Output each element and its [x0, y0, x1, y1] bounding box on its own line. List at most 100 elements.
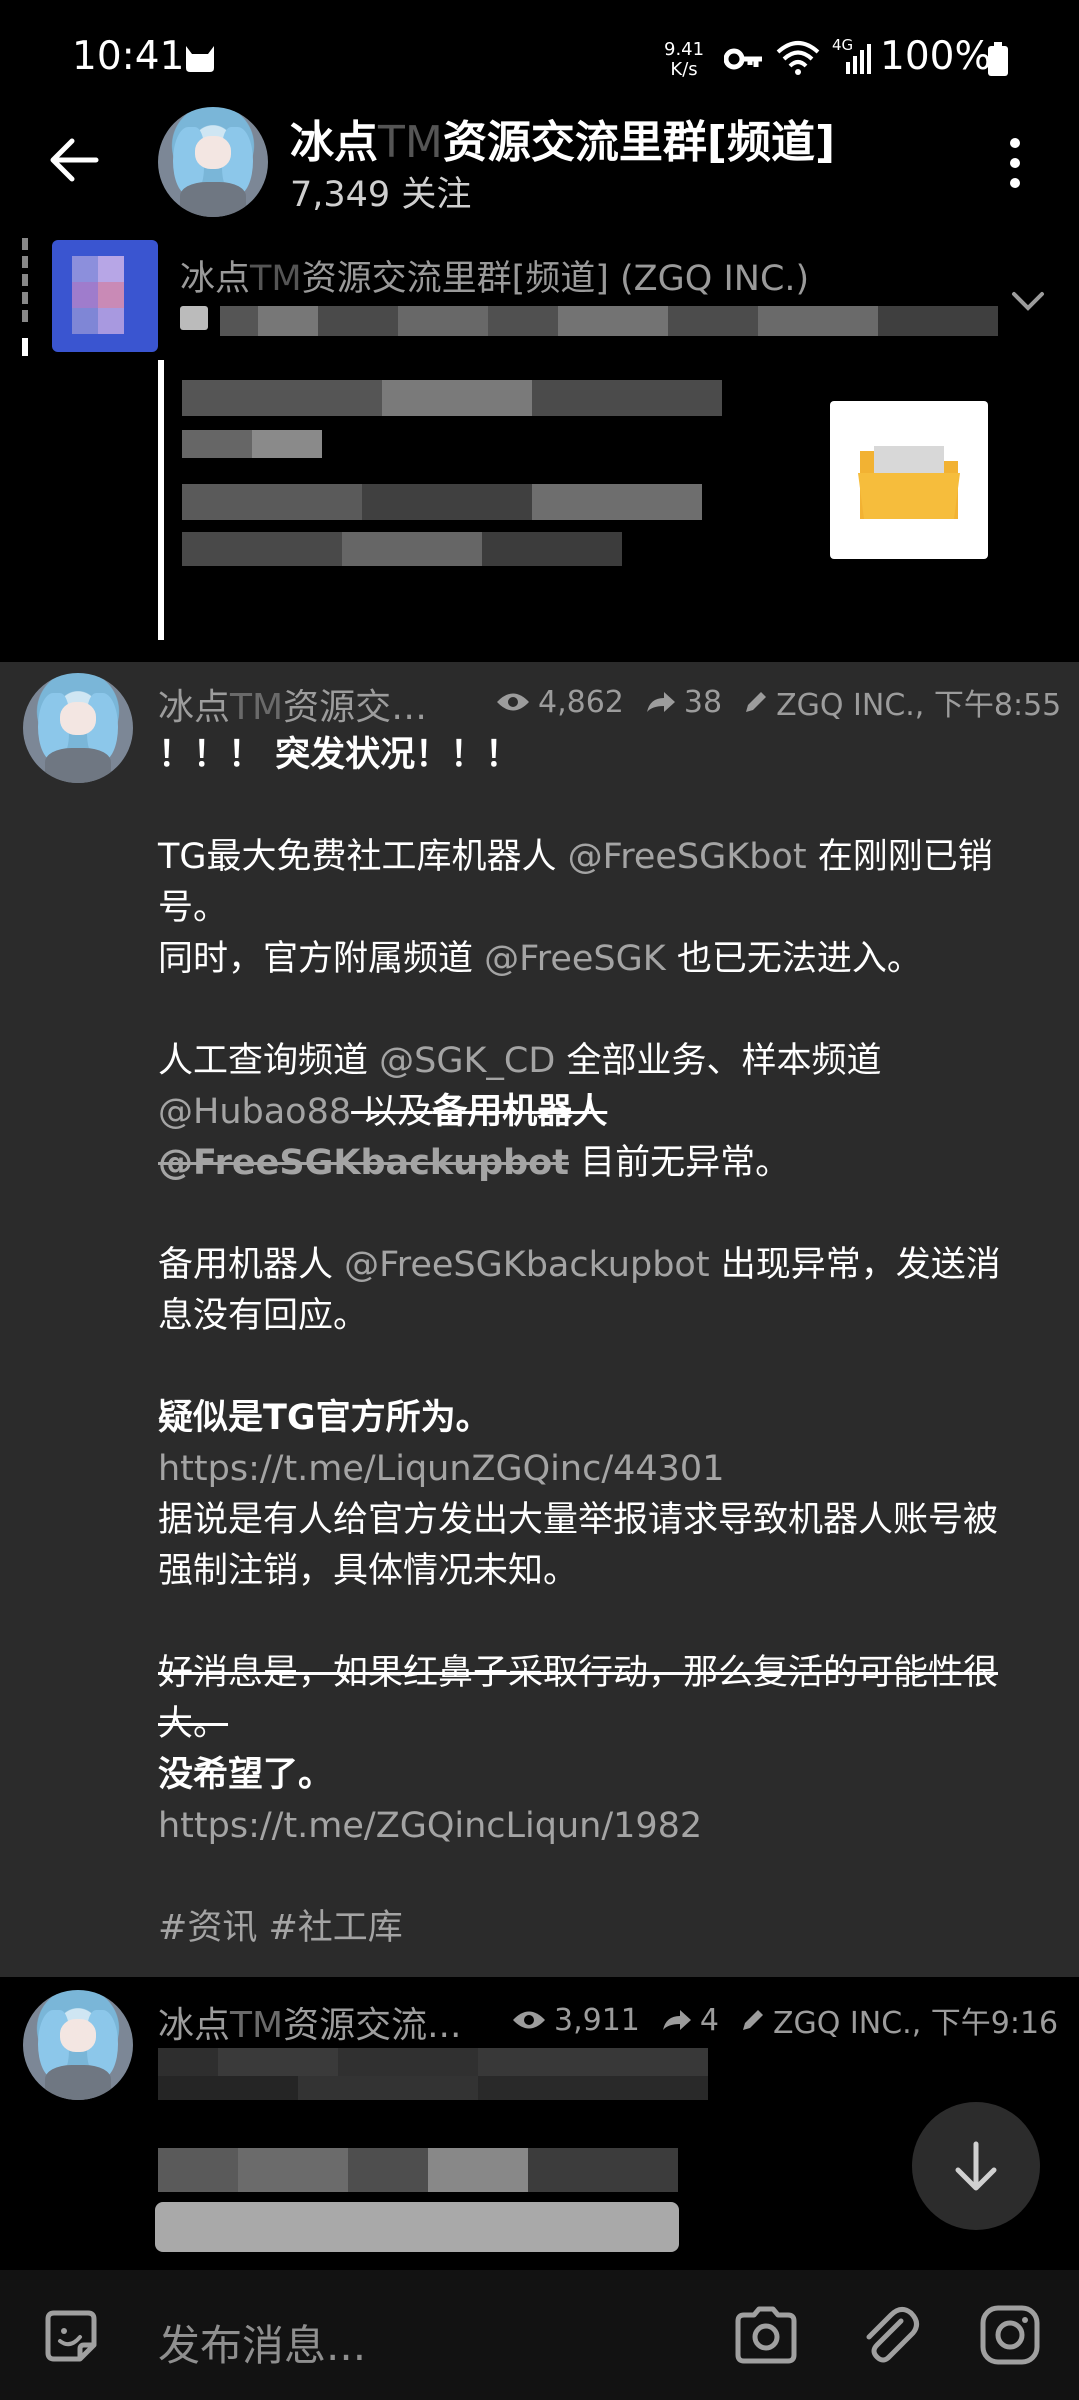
- paragraph: 据说是有人给官方发出大量举报请求导致机器人账号被强制注销，具体情况未知。: [158, 1500, 999, 1591]
- message-meta: 4,862 38 ZGQ INC., 下午8:55: [496, 680, 1079, 724]
- network-speed-unit: K/s: [670, 59, 698, 80]
- wifi-icon: [776, 41, 820, 75]
- author-suffix: 资源交流...: [283, 2005, 462, 2046]
- chevron-down-icon[interactable]: [1010, 288, 1046, 312]
- message-input[interactable]: 发布消息...: [158, 2312, 366, 2373]
- inline-button[interactable]: [155, 2202, 679, 2252]
- forward-count: 38: [646, 685, 722, 720]
- camera-icon[interactable]: [732, 2303, 800, 2367]
- text: 目前无异常。: [568, 1143, 791, 1183]
- forward-count: 4: [662, 2003, 719, 2038]
- author-prefix: 冰点: [158, 2005, 231, 2046]
- pinned-thumbnail: [52, 240, 158, 352]
- pinned-title-prefix: 冰点: [180, 259, 251, 299]
- view-count-value: 4,862: [538, 684, 624, 720]
- pinned-quote-redacted: [158, 360, 722, 640]
- more-vertical-icon[interactable]: [1000, 135, 1030, 191]
- message-author: 冰点TM资源交…: [158, 678, 427, 730]
- view-count: 4,862: [496, 685, 624, 720]
- message-body: ！！！ 突发状况！！！ TG最大免费社工库机器人 @FreeSGKbot 在刚刚…: [158, 730, 1018, 1954]
- sticker-icon[interactable]: [40, 2305, 102, 2367]
- title-prefix: 冰点: [290, 117, 378, 168]
- text: 人工查询频道: [158, 1041, 380, 1081]
- author-tm: TM: [230, 2005, 284, 2046]
- mention-link[interactable]: @Hubao88: [158, 1092, 351, 1132]
- text: 备用机器人: [158, 1245, 345, 1285]
- status-time: 10:41: [72, 34, 185, 79]
- forward-count-value: 4: [699, 2002, 719, 2038]
- network-speed: 9.41 K/s: [664, 40, 704, 80]
- pinned-title-suffix: 资源交流里群[频道] (ZGQ INC.): [301, 259, 810, 299]
- pencil-icon: [746, 692, 767, 712]
- pinned-title: 冰点TM资源交流里群[频道] (ZGQ INC.): [180, 250, 809, 301]
- text: TG最大免费社工库机器人: [158, 837, 568, 877]
- pinned-title-tm: TM: [250, 259, 302, 299]
- view-count-value: 3,911: [554, 2002, 640, 2038]
- arrow-down-icon: [955, 2141, 997, 2191]
- message-meta: 3,911 4 ZGQ INC., 下午9:16: [512, 1998, 1079, 2042]
- cellular-signal: 4G: [832, 36, 872, 76]
- avatar-face: [60, 701, 96, 735]
- instagram-icon[interactable]: [978, 2303, 1042, 2367]
- channel-avatar[interactable]: [158, 107, 268, 217]
- title-suffix: 资源交流里群[频道]: [442, 117, 836, 168]
- avatar-face: [195, 135, 231, 169]
- battery-icon: [988, 42, 1008, 76]
- battery-percent: 100%: [880, 34, 992, 79]
- signature: ZGQ INC., 下午9:16: [741, 1998, 1058, 2042]
- pin-indicator: [22, 238, 28, 356]
- pencil-icon: [742, 2010, 763, 2030]
- back-button[interactable]: [40, 125, 110, 195]
- forward-count-value: 38: [683, 684, 723, 720]
- mention-link[interactable]: @FreeSGKbot: [568, 837, 807, 877]
- mention-link[interactable]: @FreeSGKbackupbot: [344, 1245, 709, 1285]
- bold-line: 疑似是TG官方所为。: [158, 1398, 491, 1438]
- paragraph: 人工查询频道 @SGK_CD 全部业务、样本频道 @Hubao88 以及备用机器…: [158, 1036, 1018, 1189]
- signature: ZGQ INC., 下午8:55: [744, 680, 1061, 724]
- url-link[interactable]: https://t.me/ZGQincLiqun/1982: [158, 1801, 1018, 1852]
- paragraph: TG最大免费社工库机器人 @FreeSGKbot 在刚刚已销号。: [158, 832, 1018, 934]
- share-arrow-icon: [662, 2010, 691, 2030]
- author-prefix: 冰点: [158, 687, 231, 728]
- alert-line: ！！！ 突发状况！！！: [158, 735, 521, 775]
- eye-icon: [513, 2011, 545, 2029]
- signature-text: ZGQ INC., 下午8:55: [776, 688, 1062, 723]
- avatar-face: [60, 2018, 96, 2052]
- mention-link[interactable]: @FreeSGKbackupbot: [158, 1143, 569, 1183]
- strike-bold-text: 备用机器人: [432, 1092, 608, 1132]
- view-count: 3,911: [512, 2003, 640, 2038]
- text: 全部业务、样本频道: [555, 1041, 882, 1081]
- title-tm: TM: [378, 117, 443, 168]
- message-avatar[interactable]: [23, 673, 133, 783]
- cat-icon: [186, 46, 214, 72]
- signal-bars-icon: [846, 44, 871, 74]
- avatar-body: [45, 2064, 111, 2100]
- vpn-key-icon: [724, 48, 762, 70]
- author-suffix: 资源交…: [283, 687, 428, 728]
- signature-text: ZGQ INC., 下午9:16: [772, 2006, 1059, 2041]
- redacted-text: [158, 2148, 678, 2192]
- channel-title[interactable]: 冰点TM资源交流里群[频道]: [290, 106, 835, 170]
- network-speed-value: 9.41: [664, 39, 705, 60]
- subscriber-count: 7,349 关注: [290, 175, 472, 215]
- folder-thumbnail[interactable]: [830, 401, 988, 559]
- strike-paragraph: 好消息是，如果红鼻子采取行动，那么复活的可能性很大。: [158, 1653, 999, 1744]
- text: 也已无法进入。: [665, 939, 922, 979]
- share-arrow-icon: [646, 692, 675, 712]
- scroll-down-button[interactable]: [912, 2102, 1040, 2230]
- avatar-body: [180, 181, 246, 217]
- message-author: 冰点TM资源交流...: [158, 1996, 461, 2048]
- mention-link[interactable]: @SGK_CD: [379, 1041, 555, 1081]
- paperclip-icon[interactable]: [857, 2303, 923, 2369]
- url-link[interactable]: https://t.me/LiqunZGQinc/44301: [158, 1444, 1018, 1495]
- strike-text: 以及: [351, 1092, 433, 1132]
- mention-link[interactable]: @FreeSGK: [484, 939, 666, 979]
- text: 同时，官方附属频道: [158, 939, 485, 979]
- paragraph: 同时，官方附属频道 @FreeSGK 也已无法进入。: [158, 934, 1018, 985]
- pinned-preview-redacted: [180, 306, 998, 336]
- hashtags[interactable]: #资讯 #社工库: [158, 1903, 1018, 1954]
- paragraph: 备用机器人 @FreeSGKbackupbot 出现异常，发送消息没有回应。: [158, 1240, 1018, 1342]
- message-avatar[interactable]: [23, 1990, 133, 2100]
- avatar-body: [45, 747, 111, 783]
- redacted-text: [158, 2048, 708, 2100]
